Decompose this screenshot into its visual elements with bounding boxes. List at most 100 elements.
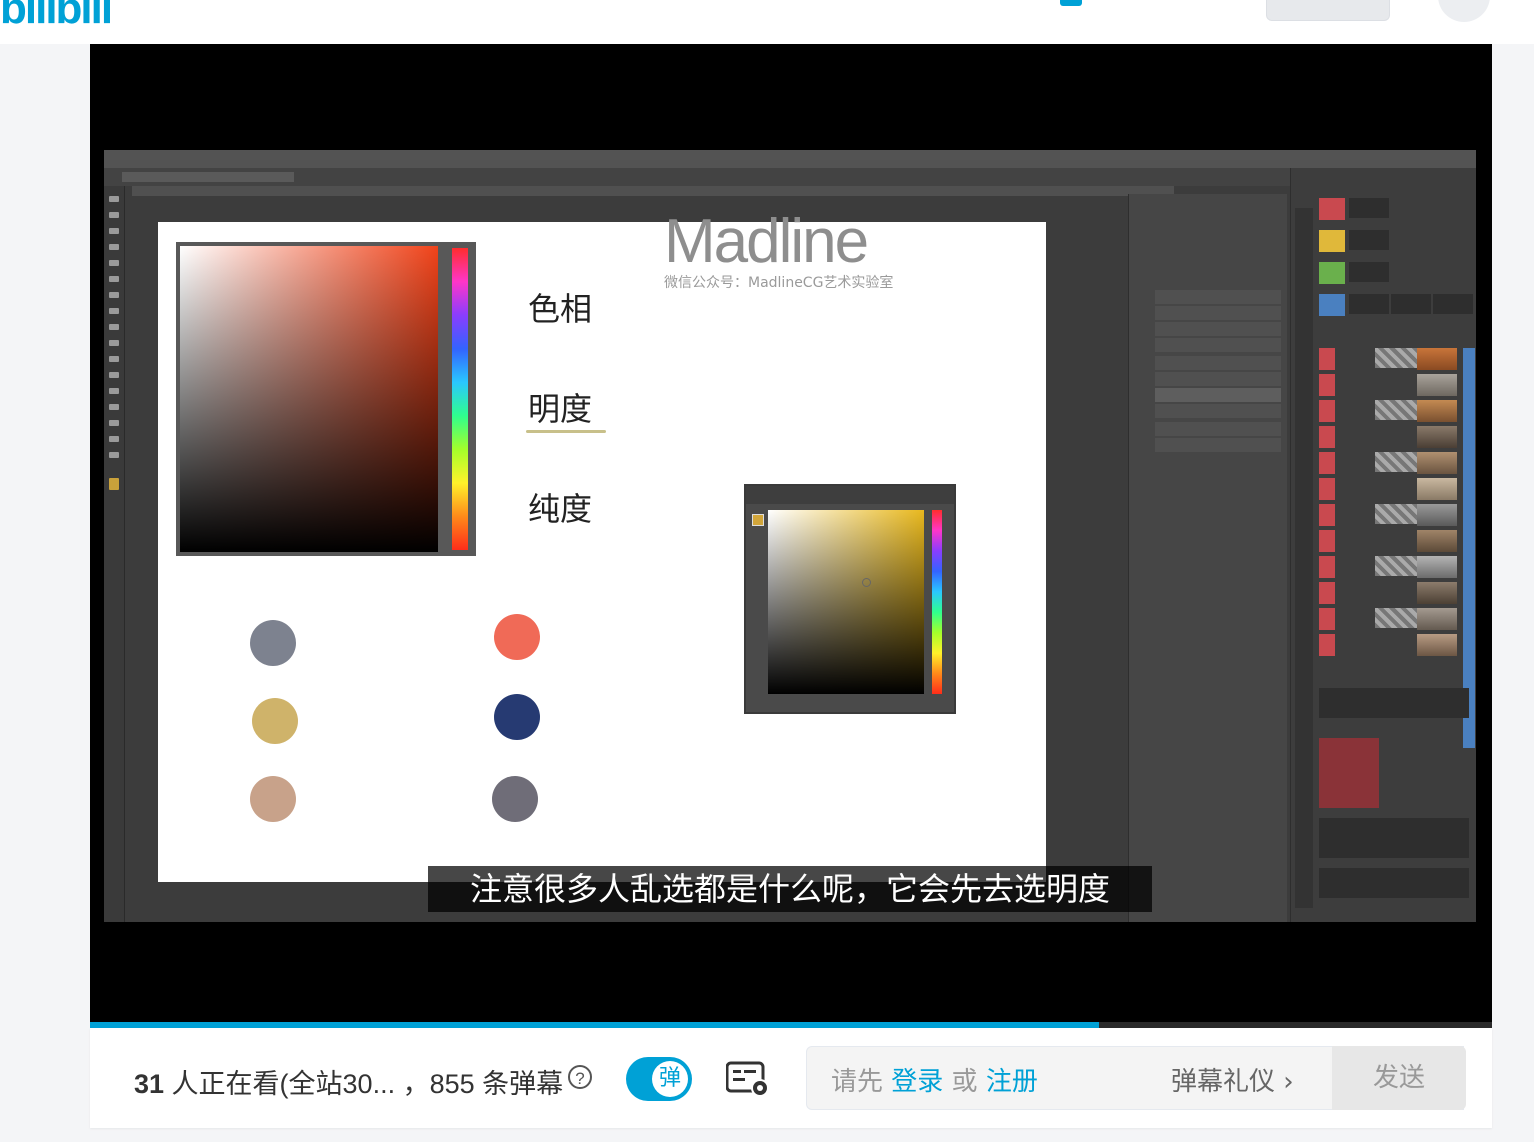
dodge-tool-icon [109, 356, 119, 362]
ps-brushes-panel [1290, 168, 1476, 922]
danmaku-settings-icon[interactable] [726, 1061, 772, 1099]
brush-number [1319, 608, 1335, 630]
layer-row [1155, 322, 1281, 336]
placeholder-prefix: 请先 [831, 1067, 892, 1097]
texture-preview [1417, 556, 1457, 578]
label-saturation: 纯度 [528, 490, 593, 528]
preset-button [1319, 294, 1345, 316]
swatch-beige [250, 776, 296, 822]
video-frame[interactable]: Madline 微信公众号：MadlineCG艺术实验室 色相 明度 纯度 注意… [104, 150, 1476, 922]
danmaku-etiquette-link[interactable]: 弹幕礼仪 › [1171, 1061, 1294, 1098]
ps-canvas: Madline 微信公众号：MadlineCG艺术实验室 色相 明度 纯度 [158, 207, 1046, 882]
stamp-tool-icon [109, 308, 119, 314]
swatch-coral [494, 614, 540, 660]
texture-preview [1417, 374, 1457, 396]
brush-preview [1375, 348, 1417, 368]
brush-preview [1375, 452, 1417, 472]
preset-button [1319, 198, 1345, 220]
ps-options-bar [104, 168, 1476, 186]
upload-button[interactable] [1060, 0, 1082, 6]
saturation-brightness-field [180, 246, 438, 552]
marquee-tool-icon [109, 212, 119, 218]
layer-row [1155, 422, 1281, 436]
gradient-tool-icon [109, 340, 119, 346]
pen-tool-icon [109, 372, 119, 378]
label-underline [526, 430, 606, 433]
watermark-logo: Madline [664, 207, 869, 276]
layer-row [1155, 404, 1281, 418]
brush-number [1319, 634, 1335, 656]
preset-button [1319, 230, 1345, 252]
danmaku-toggle[interactable]: 弹 [626, 1057, 692, 1101]
layer-row [1155, 356, 1281, 370]
preset-cell [1349, 262, 1389, 282]
saturation-brightness-field-small [768, 510, 924, 694]
brush-preview [1375, 608, 1417, 628]
viewer-text: 人正在看(全站30... ，855 条弹幕 [164, 1069, 564, 1099]
texture-preview [1417, 608, 1457, 630]
help-icon[interactable]: ? [568, 1065, 592, 1089]
picker-cursor-icon [862, 578, 871, 587]
brush-preview [1375, 400, 1417, 420]
avatar[interactable] [1438, 0, 1490, 22]
ps-toolbar [104, 186, 125, 922]
register-link[interactable]: 注册 [986, 1067, 1038, 1097]
color-picker-small [744, 484, 956, 714]
texture-preview [1417, 530, 1457, 552]
layer-row [1155, 372, 1281, 386]
wand-tool-icon [109, 244, 119, 250]
texture-preview [1417, 452, 1457, 474]
foreground-color-icon [109, 478, 119, 490]
viewer-count: 31 人正在看(全站30... ，855 条弹幕 [134, 1062, 563, 1101]
send-button[interactable]: 发送 [1332, 1046, 1466, 1110]
eyedropper-tool-icon [109, 276, 119, 282]
tool-presets-row [1319, 688, 1469, 718]
texture-preview [1417, 348, 1457, 370]
brush-tool-icon [109, 292, 119, 298]
hue-slider [452, 248, 468, 550]
preset-cell [1349, 230, 1389, 250]
brush-number [1319, 400, 1335, 422]
brush-number [1319, 504, 1335, 526]
current-color-icon [752, 514, 764, 526]
preset-cell [1349, 198, 1389, 218]
video-player[interactable]: Madline 微信公众号：MadlineCG艺术实验室 色相 明度 纯度 注意… [90, 44, 1492, 1028]
placeholder-or: 或 [943, 1067, 986, 1097]
site-logo[interactable]: bilibili [0, 0, 113, 34]
ps-menubar [104, 150, 1476, 168]
texture-preview [1417, 426, 1457, 448]
label-brightness: 明度 [528, 390, 593, 428]
viewer-number: 31 [134, 1069, 165, 1099]
brush-number [1319, 582, 1335, 604]
move-tool-icon [109, 196, 119, 202]
brush-preview [1375, 556, 1417, 576]
zoom-tool-icon [109, 452, 119, 458]
brush-number [1319, 530, 1335, 552]
tool-presets-row [1319, 818, 1469, 858]
layer-row-selected [1155, 388, 1281, 402]
brush-number [1319, 348, 1335, 370]
swatch-navy [494, 694, 540, 740]
texture-preview [1417, 582, 1457, 604]
path-tool-icon [109, 404, 119, 410]
layer-row [1155, 306, 1281, 320]
watermark-subtitle: 微信公众号：MadlineCG艺术实验室 [664, 275, 894, 291]
brush-number [1319, 452, 1335, 474]
preset-button [1319, 262, 1345, 284]
panel-icon-strip [1295, 208, 1313, 908]
preset-cell [1391, 294, 1431, 314]
search-box[interactable] [1266, 0, 1390, 21]
brush-preview [1375, 504, 1417, 524]
hand-tool-icon [109, 436, 119, 442]
texture-preview [1417, 504, 1457, 526]
ps-document-tab [122, 172, 294, 182]
swatch-gold [252, 698, 298, 744]
login-link[interactable]: 登录 [891, 1067, 943, 1097]
swatch-gray-blue [250, 620, 296, 666]
preset-cell [1433, 294, 1473, 314]
brush-number [1319, 374, 1335, 396]
swatch-slate [492, 776, 538, 822]
tool-presets-row [1319, 868, 1469, 898]
filter-block [1319, 738, 1379, 808]
texture-preview [1417, 400, 1457, 422]
